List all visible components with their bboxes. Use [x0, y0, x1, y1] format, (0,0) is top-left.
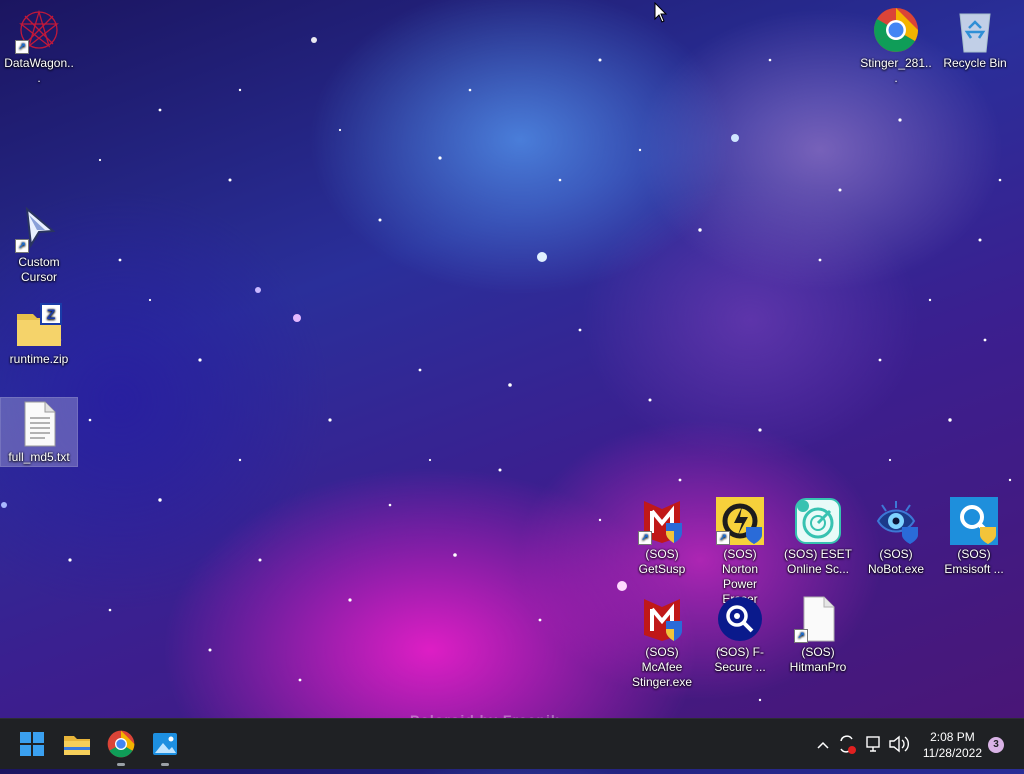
desktop-icon-label: runtime.zip	[9, 352, 69, 366]
running-indicator	[161, 763, 169, 766]
start-button[interactable]	[16, 728, 48, 760]
desktop-icon-getsusp[interactable]: ↗ (SOS) GetSusp	[624, 497, 700, 577]
taskbar-clock[interactable]: 2:08 PM 11/28/2022	[923, 729, 982, 761]
desktop-icon-norton-power-eraser[interactable]: ↗ (SOS) Norton Power Eraser	[702, 497, 778, 607]
blank-file-icon: ↗	[794, 595, 842, 643]
notification-badge[interactable]: 3	[988, 737, 1004, 753]
recycle-bin-icon	[951, 6, 999, 54]
tray-volume[interactable]	[886, 719, 910, 769]
shortcut-arrow-icon: ↗	[716, 531, 730, 545]
text-file-icon	[15, 400, 63, 448]
desktop-icon-full-md5[interactable]: full_md5.txt	[0, 397, 78, 467]
mouse-pointer-icon	[654, 2, 668, 23]
desktop-icon-label: (SOS) ESET Online Sc...	[783, 547, 852, 576]
desktop-icon-custom-cursor[interactable]: ↗ Custom Cursor	[1, 205, 77, 285]
desktop-icon-emsisoft[interactable]: (SOS) Emsisoft ...	[936, 497, 1012, 577]
eset-icon	[794, 497, 842, 545]
network-icon	[866, 736, 880, 752]
sync-error-icon	[840, 735, 856, 754]
desktop-icon-label: (SOS) NoBot.exe	[867, 547, 925, 576]
desktop-icon-label: (SOS) GetSusp	[638, 547, 686, 576]
emsisoft-icon	[950, 497, 998, 545]
desktop-icon-hitmanpro[interactable]: ↗ (SOS) HitmanPro	[780, 595, 856, 675]
desktop-icon-datawagon[interactable]: ↗ DataWagon...	[1, 6, 77, 86]
desktop-icon-eset-online[interactable]: (SOS) ESET Online Sc...	[780, 497, 856, 577]
taskbar-file-explorer[interactable]	[61, 728, 93, 760]
desktop-icon-label: (SOS) McAfee Stinger.exe	[631, 645, 693, 689]
nobot-icon	[872, 497, 920, 545]
shortcut-arrow-icon: ↗	[638, 531, 652, 545]
taskbar-photos[interactable]	[149, 728, 181, 766]
shortcut-arrow-icon: ↗	[15, 40, 29, 54]
custom-cursor-icon: ↗	[15, 205, 63, 253]
desktop-icon-recycle-bin[interactable]: Recycle Bin	[937, 6, 1013, 71]
desktop-icon-fsecure[interactable]: (SOS) F-Secure ...	[702, 595, 778, 675]
datawagon-icon: ↗	[15, 6, 63, 54]
taskbar: 2:08 PM 11/28/2022 3	[0, 718, 1024, 769]
desktop-icon-label: (SOS) HitmanPro	[789, 645, 847, 674]
photos-icon	[153, 733, 177, 755]
svg-text:Z: Z	[47, 306, 56, 322]
tray-sync-status[interactable]	[836, 719, 858, 769]
desktop-icon-label: DataWagon...	[4, 56, 74, 85]
clock-date: 11/28/2022	[922, 746, 982, 760]
desktop-icon-label: Stinger_281...	[860, 56, 932, 85]
running-indicator	[117, 763, 125, 766]
desktop-icon-stinger[interactable]: Stinger_281...	[858, 6, 934, 86]
desktop-icon-mcafee-stinger[interactable]: (SOS) McAfee Stinger.exe	[624, 595, 700, 690]
fsecure-icon	[716, 595, 764, 643]
clock-time: 2:08 PM	[930, 730, 975, 744]
shortcut-arrow-icon: ↗	[15, 239, 29, 253]
desktop-icon-runtime-zip[interactable]: Z runtime.zip	[1, 302, 77, 367]
zip-folder-icon: Z	[15, 302, 63, 350]
start-icon	[20, 732, 44, 756]
desktop-icon-label: (SOS) Emsisoft ...	[944, 547, 1004, 576]
volume-icon	[889, 735, 909, 753]
chevron-up-icon	[817, 741, 829, 749]
tray-network[interactable]	[862, 719, 884, 769]
wallpaper-stars	[1, 37, 1012, 702]
chrome-icon	[107, 730, 135, 758]
shortcut-arrow-icon: ↗	[794, 629, 808, 643]
desktop-icon-label: (SOS) F-Secure ...	[714, 645, 766, 674]
desktop-icon-label: Custom Cursor	[18, 255, 60, 284]
file-explorer-icon	[64, 736, 90, 755]
chrome-icon	[872, 6, 920, 54]
mcafee-icon	[638, 595, 686, 643]
norton-icon: ↗	[716, 497, 764, 545]
desktop-icon-label: full_md5.txt	[8, 450, 70, 464]
mcafee-icon: ↗	[638, 497, 686, 545]
desktop-icon-label: Recycle Bin	[943, 56, 1007, 70]
tray-overflow-button[interactable]	[814, 719, 832, 769]
taskbar-chrome[interactable]	[105, 728, 137, 766]
desktop-icon-nobot[interactable]: (SOS) NoBot.exe	[858, 497, 934, 577]
